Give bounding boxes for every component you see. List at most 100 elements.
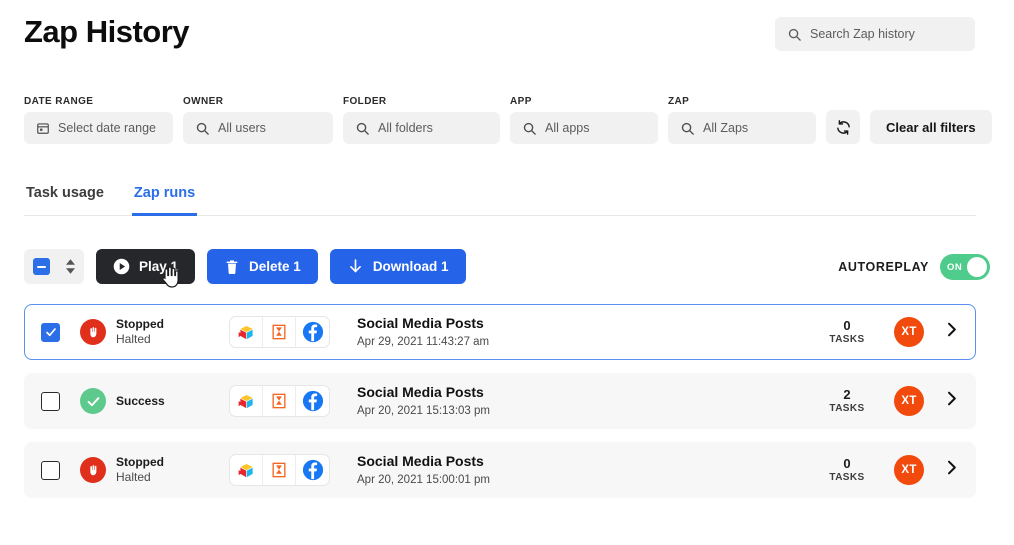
row-zap-info: Social Media Posts Apr 29, 2021 11:43:27… bbox=[357, 314, 812, 349]
chevron-right-icon[interactable] bbox=[946, 391, 957, 411]
row-checkbox[interactable] bbox=[41, 460, 60, 480]
folder-select[interactable]: All folders bbox=[343, 112, 500, 144]
search-icon bbox=[788, 28, 801, 41]
chevron-right-icon[interactable] bbox=[946, 322, 957, 342]
download-button-label: Download 1 bbox=[372, 259, 449, 274]
refresh-icon bbox=[836, 119, 850, 135]
row-status-main: Stopped bbox=[116, 317, 164, 331]
filter-label-folder: FOLDER bbox=[343, 96, 387, 107]
search-icon bbox=[196, 122, 209, 135]
select-all-checkbox[interactable] bbox=[33, 258, 50, 275]
autoreplay-control: AUTOREPLAY ON bbox=[838, 254, 990, 280]
filter-label-date-range: DATE RANGE bbox=[24, 96, 94, 107]
search-icon bbox=[523, 122, 536, 135]
row-tasks-label: TASKS bbox=[829, 471, 865, 483]
chevron-right-icon[interactable] bbox=[946, 460, 957, 480]
select-all-group[interactable] bbox=[24, 249, 84, 284]
table-row[interactable]: Stopped Halted bbox=[24, 442, 976, 498]
row-zap-time: Apr 29, 2021 11:43:27 am bbox=[357, 335, 490, 348]
play-button[interactable]: Play 1 bbox=[96, 249, 196, 284]
row-zap-info: Social Media Posts Apr 20, 2021 15:13:03… bbox=[357, 383, 812, 418]
filter-date-range: DATE RANGE Select date range bbox=[24, 96, 173, 144]
prism-app-icon bbox=[230, 386, 263, 416]
search-icon bbox=[681, 122, 694, 135]
bulk-action-toolbar: Play 1 Delete 1 Download 1 bbox=[24, 249, 466, 284]
hourglass-delay-icon bbox=[263, 386, 296, 416]
date-range-select[interactable]: Select date range bbox=[24, 112, 173, 144]
avatar[interactable]: XT bbox=[894, 317, 924, 347]
row-status: Stopped Halted bbox=[80, 317, 230, 347]
prism-app-icon bbox=[230, 317, 263, 347]
row-status: Success bbox=[80, 388, 230, 414]
row-zap-time: Apr 20, 2021 15:13:03 pm bbox=[357, 404, 490, 417]
autoreplay-state: ON bbox=[947, 261, 963, 273]
tab-bar: Task usage Zap runs bbox=[24, 181, 976, 216]
row-tasks-label: TASKS bbox=[829, 402, 865, 414]
app-select[interactable]: All apps bbox=[510, 112, 658, 144]
search-input[interactable]: Search Zap history bbox=[810, 27, 915, 41]
search-zap-history[interactable]: Search Zap history bbox=[775, 17, 975, 51]
row-status-sub: Halted bbox=[116, 332, 151, 346]
toggle-knob bbox=[967, 257, 987, 277]
page-title: Zap History bbox=[24, 14, 190, 49]
row-tasks: 0 TASKS bbox=[812, 456, 882, 484]
row-app-icons bbox=[230, 317, 329, 347]
row-tasks-label: TASKS bbox=[829, 333, 865, 345]
row-app-icons bbox=[230, 455, 329, 485]
row-tasks-count: 2 bbox=[843, 387, 851, 403]
row-status-sub: Halted bbox=[116, 470, 151, 484]
clear-all-filters-button[interactable]: Clear all filters bbox=[870, 110, 992, 144]
facebook-icon bbox=[296, 386, 329, 416]
check-circle-icon bbox=[80, 388, 106, 414]
hourglass-delay-icon bbox=[263, 455, 296, 485]
row-status-main: Success bbox=[116, 393, 165, 408]
delete-button-label: Delete 1 bbox=[249, 259, 301, 274]
zap-history-page: Zap History Search Zap history DATE RANG… bbox=[0, 0, 1014, 545]
download-button[interactable]: Download 1 bbox=[329, 249, 466, 284]
row-status: Stopped Halted bbox=[80, 455, 230, 485]
search-icon bbox=[356, 122, 369, 135]
filter-owner: OWNER All users bbox=[183, 96, 333, 144]
refresh-button[interactable] bbox=[826, 110, 860, 144]
chevron-up-icon bbox=[66, 259, 75, 265]
row-zap-info: Social Media Posts Apr 20, 2021 15:00:01… bbox=[357, 452, 812, 487]
zap-runs-list: Stopped Halted Social Media Posts Apr 29… bbox=[24, 304, 976, 511]
row-tasks-count: 0 bbox=[843, 456, 851, 472]
row-tasks: 2 TASKS bbox=[812, 387, 882, 415]
trash-icon bbox=[226, 259, 238, 274]
autoreplay-label: AUTOREPLAY bbox=[838, 260, 929, 274]
prism-app-icon bbox=[230, 455, 263, 485]
row-zap-name: Social Media Posts bbox=[357, 384, 484, 401]
facebook-icon bbox=[296, 455, 329, 485]
row-checkbox[interactable] bbox=[41, 322, 60, 342]
stop-hand-icon bbox=[80, 457, 106, 483]
app-value: All apps bbox=[545, 121, 590, 135]
table-row[interactable]: Stopped Halted bbox=[24, 304, 976, 360]
tab-task-usage[interactable]: Task usage bbox=[24, 181, 106, 216]
sort-updown-icon[interactable] bbox=[66, 259, 75, 274]
folder-value: All folders bbox=[378, 121, 433, 135]
check-icon bbox=[45, 328, 56, 337]
row-checkbox[interactable] bbox=[41, 391, 60, 411]
play-button-label: Play 1 bbox=[139, 259, 179, 274]
row-zap-name: Social Media Posts bbox=[357, 453, 484, 470]
avatar[interactable]: XT bbox=[894, 455, 924, 485]
owner-select[interactable]: All users bbox=[183, 112, 333, 144]
play-circle-icon bbox=[113, 258, 130, 275]
autoreplay-toggle[interactable]: ON bbox=[940, 254, 990, 280]
filter-label-owner: OWNER bbox=[183, 96, 224, 107]
stop-hand-icon bbox=[80, 319, 106, 345]
hourglass-delay-icon bbox=[263, 317, 296, 347]
filter-label-zap: ZAP bbox=[668, 96, 690, 107]
filter-app: APP All apps bbox=[510, 96, 658, 144]
table-row[interactable]: Success Social Media Posts Apr 20, 2021 … bbox=[24, 373, 976, 429]
avatar[interactable]: XT bbox=[894, 386, 924, 416]
tab-zap-runs[interactable]: Zap runs bbox=[131, 181, 198, 216]
zap-value: All Zaps bbox=[703, 121, 749, 135]
calendar-icon bbox=[37, 123, 49, 134]
delete-button[interactable]: Delete 1 bbox=[207, 249, 318, 284]
row-status-main: Stopped bbox=[116, 455, 164, 469]
zap-select[interactable]: All Zaps bbox=[668, 112, 816, 144]
chevron-down-icon bbox=[66, 268, 75, 274]
filter-zap: ZAP All Zaps bbox=[668, 96, 816, 144]
